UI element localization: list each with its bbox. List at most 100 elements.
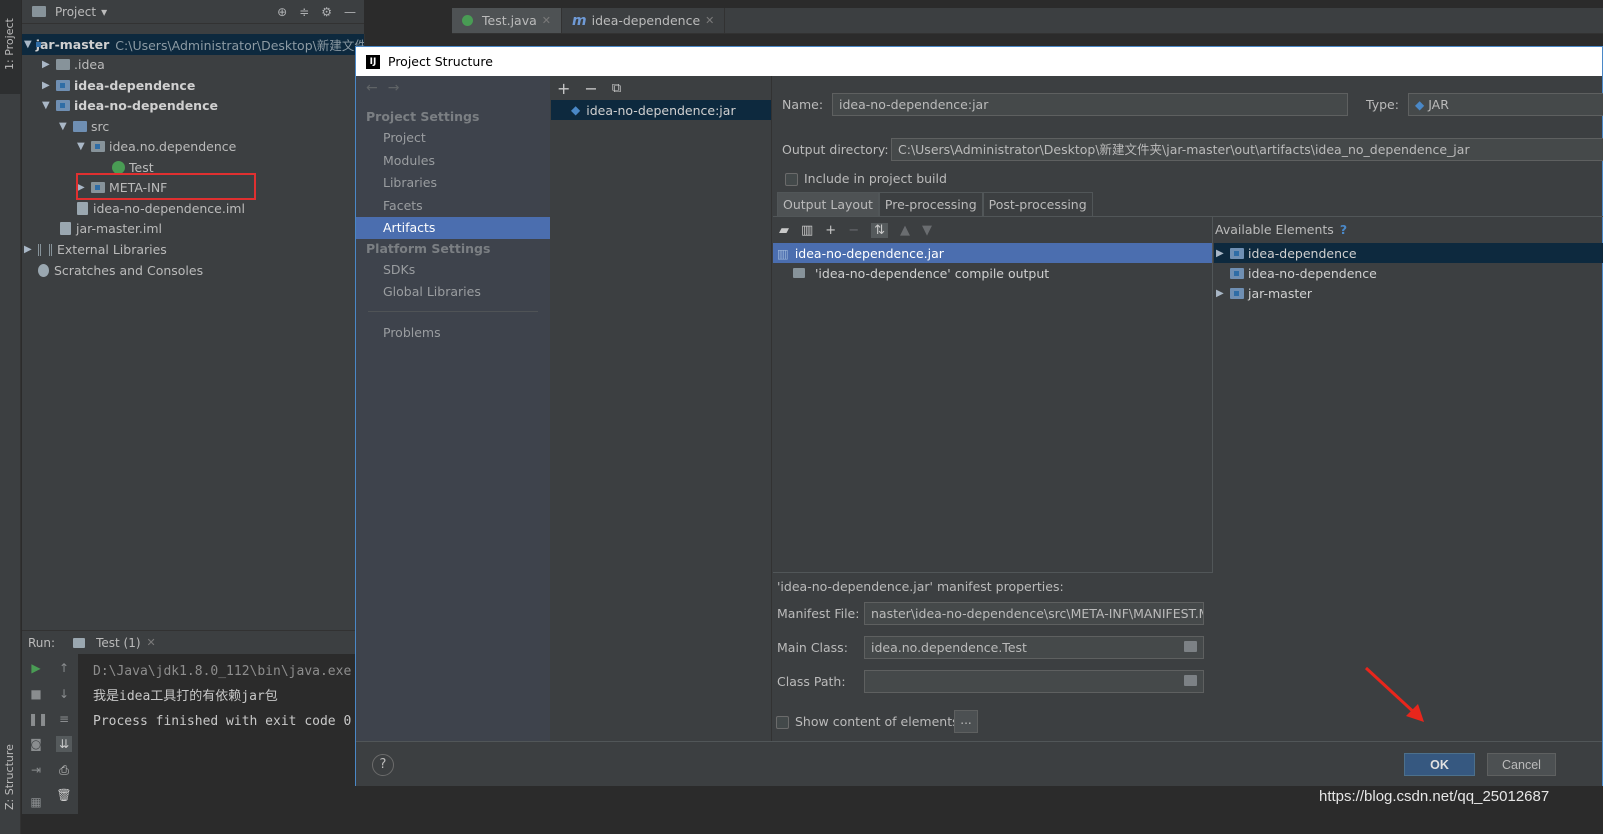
minimize-icon[interactable]: — (344, 5, 356, 19)
artifact-name-field[interactable]: idea-no-dependence:jar (832, 93, 1348, 116)
locate-icon[interactable]: ⊕ (277, 5, 287, 19)
help-button[interactable]: ? (372, 754, 394, 776)
class-path-field[interactable] (864, 670, 1204, 693)
console-finished-line: Process finished with exit code 0 (93, 714, 352, 729)
soft-wrap-icon[interactable]: ≡ (56, 711, 72, 727)
nav-item-problems[interactable]: Problems (356, 322, 550, 344)
nav-item-global-libraries[interactable]: Global Libraries (356, 281, 550, 303)
browse-folder-icon[interactable] (1184, 675, 1197, 686)
remove-icon[interactable]: − (848, 223, 859, 238)
tab-pre-processing[interactable]: Pre-processing (878, 192, 983, 216)
checkbox-icon[interactable] (776, 716, 789, 729)
main-class-field[interactable]: idea.no.dependence.Test (864, 636, 1204, 659)
tab-output-layout[interactable]: Output Layout (777, 192, 879, 216)
tree-item-external-libraries[interactable]: ▶ External Libraries (24, 239, 167, 260)
tree-item-idea-dependence[interactable]: ▶ idea-dependence (42, 75, 195, 96)
tree-item-scratches[interactable]: Scratches and Consoles (38, 260, 203, 281)
close-icon[interactable]: ✕ (705, 14, 714, 27)
trash-icon[interactable]: 🗑 (56, 787, 72, 803)
layout-item-compile-output[interactable]: 'idea-no-dependence' compile output (773, 263, 1212, 283)
new-folder-icon[interactable]: ▰ (779, 223, 789, 238)
output-layout-area: ▰ ▥ + − ⇅ ▲ ▼ ▥ idea-no-dependence.jar '… (773, 216, 1603, 741)
tree-item-jar-master[interactable]: ▼ jar-master C:\Users\Administrator\Deskto… (22, 34, 364, 55)
layout-icon[interactable]: ▦ (28, 794, 44, 810)
add-icon[interactable]: + (557, 79, 570, 98)
login-icon[interactable]: ⇥ (28, 762, 44, 778)
available-item-idea-no-dependence[interactable]: idea-no-dependence (1214, 263, 1603, 283)
show-content-options-button[interactable]: ... (954, 710, 978, 733)
expanded-arrow-icon[interactable]: ▼ (42, 100, 56, 111)
close-icon[interactable]: ✕ (542, 14, 551, 27)
expanded-arrow-icon[interactable]: ▼ (77, 141, 91, 152)
gear-icon[interactable]: ⚙ (321, 5, 332, 19)
editor-tab-bar: Test.java ✕ m idea-dependence ✕ (452, 8, 1603, 34)
collapsed-arrow-icon[interactable]: ▶ (24, 244, 38, 255)
available-item-idea-dependence[interactable]: ▶ idea-dependence (1214, 243, 1603, 263)
browse-folder-icon[interactable] (1184, 641, 1197, 652)
nav-section-project-settings: Project Settings (366, 109, 480, 124)
layout-item-jar[interactable]: ▥ idea-no-dependence.jar (773, 243, 1212, 263)
expanded-arrow-icon[interactable]: ▼ (59, 121, 73, 132)
remove-icon[interactable]: − (584, 79, 597, 98)
output-directory-field[interactable]: C:\Users\Administrator\Desktop\新建文件夹\jar… (891, 138, 1603, 161)
project-tool-tab[interactable]: 1: Project (0, 0, 21, 94)
tree-item-module-iml[interactable]: idea-no-dependence.iml (77, 198, 245, 219)
output-directory-label: Output directory: (782, 142, 889, 157)
artifact-jar-icon: ◆ (1415, 98, 1425, 112)
run-console[interactable]: D:\Java\jdk1.8.0_112\bin\java.exe 我是idea… (78, 654, 355, 814)
stop-icon[interactable]: ■ (28, 686, 44, 702)
nav-item-libraries[interactable]: Libraries (356, 172, 550, 194)
archive-icon[interactable]: ▥ (801, 223, 813, 238)
checkbox-icon[interactable] (785, 173, 798, 186)
add-icon[interactable]: + (825, 223, 836, 238)
nav-divider (368, 311, 538, 312)
run-tab-test[interactable]: Test (1) ✕ (73, 636, 156, 650)
rerun-icon[interactable]: ▶ (28, 660, 44, 676)
nav-back-forward-icons[interactable]: ←→ (366, 80, 409, 96)
show-content-checkbox[interactable]: Show content of elements (776, 714, 959, 729)
tree-item-package[interactable]: ▼ idea.no.dependence (77, 136, 236, 157)
nav-item-project[interactable]: Project (356, 127, 550, 149)
project-view-title[interactable]: Project (55, 5, 96, 19)
nav-item-facets[interactable]: Facets (356, 195, 550, 217)
tree-item-idea[interactable]: ▶ .idea (42, 54, 105, 75)
collapse-all-icon[interactable]: ≑ (299, 5, 309, 19)
copy-icon[interactable]: ⧉ (612, 81, 621, 96)
tab-post-processing[interactable]: Post-processing (982, 192, 1093, 216)
artifact-type-select[interactable]: ◆ JAR (1408, 93, 1603, 116)
available-item-jar-master[interactable]: ▶ jar-master (1214, 283, 1603, 303)
down-arrow-icon[interactable]: ↓ (56, 686, 72, 702)
include-build-checkbox[interactable]: Include in project build (785, 171, 947, 186)
tree-item-idea-no-dependence[interactable]: ▼ idea-no-dependence (42, 95, 218, 116)
tree-item-src[interactable]: ▼ src (59, 116, 109, 137)
move-down-icon[interactable]: ▼ (922, 223, 932, 238)
sort-icon[interactable]: ⇅ (871, 222, 889, 238)
move-up-icon[interactable]: ▲ (900, 223, 910, 238)
collapsed-arrow-icon[interactable]: ▶ (42, 59, 56, 70)
close-icon[interactable]: ✕ (147, 636, 156, 649)
scroll-to-end-icon[interactable]: ⇊ (56, 736, 72, 752)
help-icon[interactable]: ? (1340, 222, 1347, 237)
ok-button[interactable]: OK (1404, 753, 1475, 776)
chevron-down-icon[interactable]: ▾ (101, 5, 107, 19)
nav-item-artifacts[interactable]: Artifacts (356, 217, 550, 239)
tab-idea-dependence[interactable]: m idea-dependence ✕ (562, 8, 726, 33)
pause-icon[interactable]: ❚❚ (28, 711, 48, 727)
tab-test-java[interactable]: Test.java ✕ (452, 8, 562, 33)
artifact-item[interactable]: ◆ idea-no-dependence:jar (551, 100, 771, 120)
collapsed-arrow-icon[interactable]: ▶ (42, 80, 56, 91)
up-arrow-icon[interactable]: ↑ (56, 660, 72, 676)
print-icon[interactable]: ⎙ (56, 762, 72, 778)
manifest-file-field[interactable]: naster\idea-no-dependence\src\META-INF\M… (864, 602, 1204, 625)
tree-item-jar-master-iml[interactable]: jar-master.iml (60, 218, 162, 239)
nav-item-sdks[interactable]: SDKs (356, 259, 550, 281)
collapsed-arrow-icon[interactable]: ▶ (1216, 248, 1230, 259)
run-tab-label: Test (1) (96, 635, 141, 650)
nav-item-modules[interactable]: Modules (356, 150, 550, 172)
cancel-button[interactable]: Cancel (1487, 753, 1556, 776)
dialog-title-bar[interactable]: IJ Project Structure (356, 47, 1602, 76)
structure-tool-tab[interactable]: Z: Structure (0, 730, 21, 820)
collapsed-arrow-icon[interactable]: ▶ (1216, 288, 1230, 299)
expanded-arrow-icon[interactable]: ▼ (24, 39, 32, 50)
camera-icon[interactable]: ◙ (28, 736, 44, 752)
